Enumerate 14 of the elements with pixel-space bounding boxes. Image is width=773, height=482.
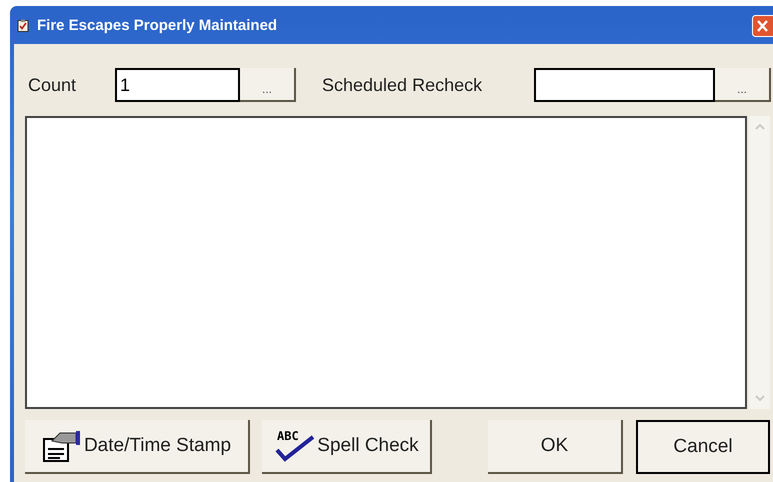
scroll-bar[interactable] — [749, 116, 770, 409]
dialog-button[interactable]: OK — [488, 420, 623, 474]
close-button[interactable] — [752, 15, 773, 37]
clipboard-icon — [17, 18, 29, 32]
input-field[interactable] — [534, 68, 715, 102]
field-label: Count — [28, 74, 78, 96]
dialog-button[interactable]: Cancel — [636, 420, 770, 474]
browse-button[interactable]: ... — [240, 68, 296, 102]
dialog-button[interactable]: Date/Time Stamp — [25, 420, 250, 474]
browse-button[interactable]: ... — [715, 68, 771, 102]
dialog-button[interactable]: ABC Spell Check — [262, 420, 432, 474]
input-field[interactable]: 1 — [115, 68, 240, 102]
window-title: Fire Escapes Properly Maintained — [37, 16, 278, 34]
field-label: Scheduled Recheck — [322, 74, 484, 96]
